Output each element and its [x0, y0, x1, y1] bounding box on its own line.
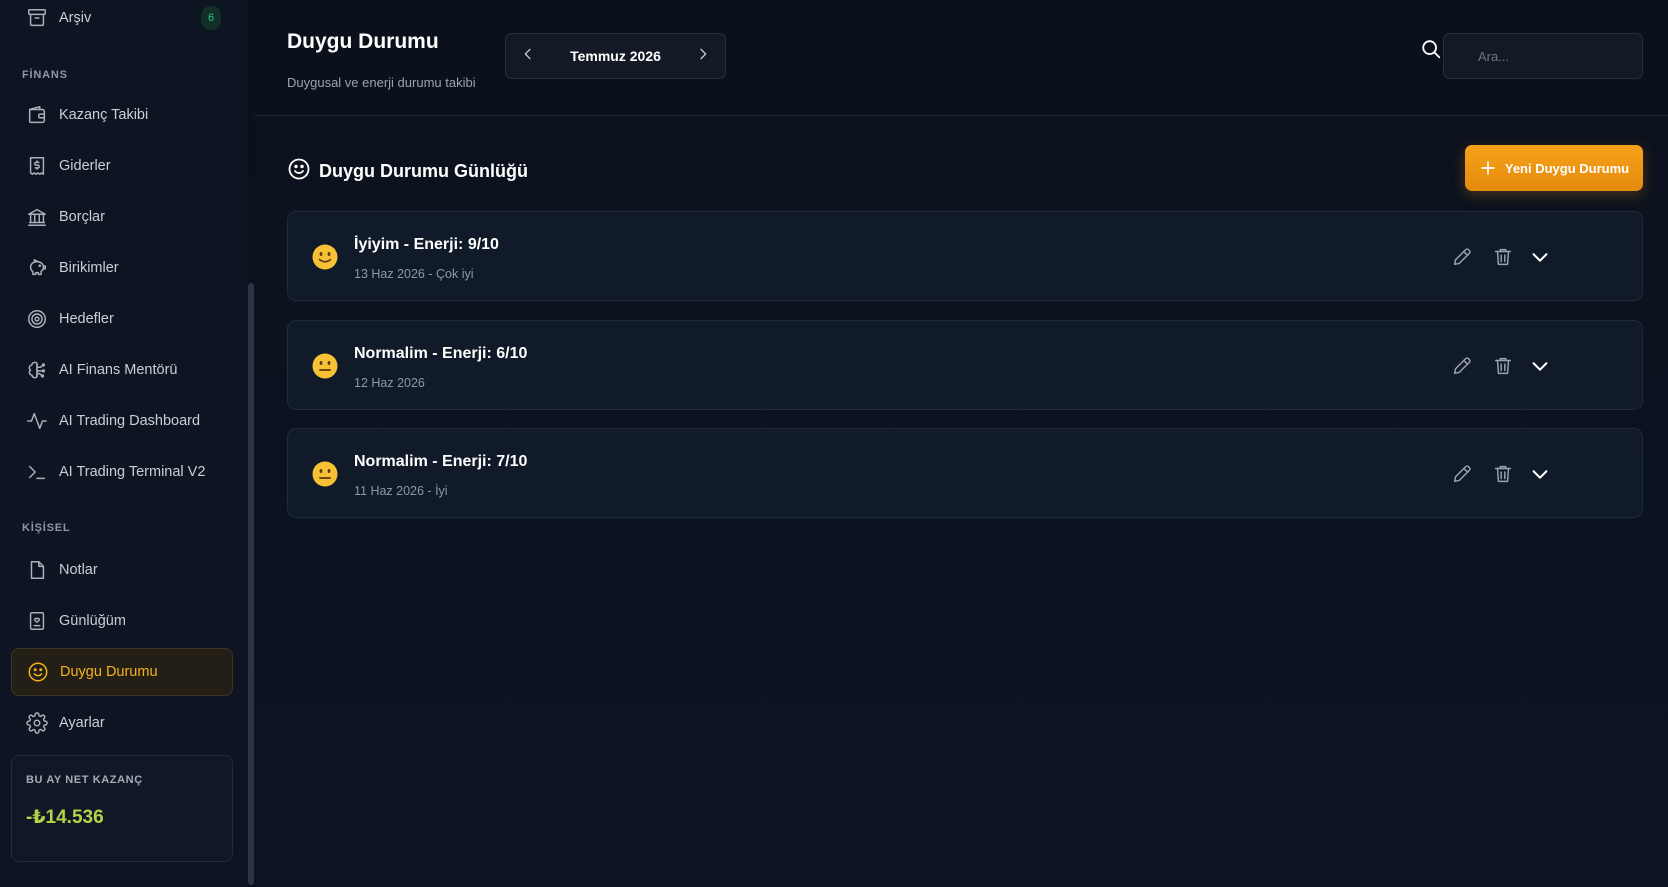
slightly-smiling-face-icon — [312, 244, 338, 270]
net-earnings-card: BU AY NET KAZANÇ -₺14.536 — [11, 755, 233, 862]
chevron-down-icon[interactable] — [1528, 245, 1552, 269]
chevron-right-icon[interactable] — [695, 46, 711, 67]
brain-icon — [25, 358, 49, 382]
sidebar-item-ai-mentor[interactable]: AI Finans Mentörü — [11, 346, 233, 394]
terminal-icon — [25, 460, 49, 484]
plus-icon — [1481, 161, 1495, 175]
gear-icon — [25, 711, 49, 735]
chevron-down-icon[interactable] — [1528, 354, 1552, 378]
month-navigator: Temmuz 2026 — [505, 33, 726, 79]
sidebar-item-journal[interactable]: Günlüğüm — [11, 597, 233, 645]
edit-icon[interactable] — [1450, 245, 1474, 269]
sidebar-item-label: Hedefler — [59, 311, 114, 327]
sidebar-item-label: Duygu Durumu — [60, 664, 158, 680]
mood-entry-title: Normalim - Enerji: 6/10 — [354, 345, 528, 362]
wallet-icon — [25, 103, 49, 127]
sidebar-item-label: Ayarlar — [59, 715, 105, 731]
trash-icon[interactable] — [1491, 354, 1515, 378]
sidebar-item-debts[interactable]: Borçlar — [11, 193, 233, 241]
trash-icon[interactable] — [1491, 462, 1515, 486]
sidebar-item-archive[interactable]: Arşiv 6 — [11, 0, 233, 42]
main-content: Duygu Durumu Günlüğü Yeni Duygu Durumu İ… — [255, 117, 1668, 887]
net-earnings-label: BU AY NET KAZANÇ — [26, 774, 143, 786]
sidebar-item-savings[interactable]: Birikimler — [11, 244, 233, 292]
activity-icon — [25, 409, 49, 433]
sidebar-item-ai-trading-dashboard[interactable]: AI Trading Dashboard — [11, 397, 233, 445]
bank-icon — [25, 205, 49, 229]
sidebar-item-expenses[interactable]: Giderler — [11, 142, 233, 190]
sidebar-item-label: AI Trading Terminal V2 — [59, 464, 206, 480]
mood-entry-title: Normalim - Enerji: 7/10 — [354, 453, 528, 470]
net-earnings-value: -₺14.536 — [26, 807, 104, 828]
neutral-face-icon — [312, 353, 338, 379]
sidebar-item-label: Notlar — [59, 562, 98, 578]
receipt-icon — [25, 154, 49, 178]
sidebar-item-settings[interactable]: Ayarlar — [11, 699, 233, 747]
sidebar-item-label: Birikimler — [59, 260, 119, 276]
mood-entry[interactable]: İyiyim - Enerji: 9/10 13 Haz 2026 - Çok … — [287, 211, 1643, 301]
new-mood-button[interactable]: Yeni Duygu Durumu — [1465, 145, 1643, 191]
section-title: Duygu Durumu Günlüğü — [319, 161, 528, 181]
journal-icon — [25, 609, 49, 633]
section-header: Duygu Durumu Günlüğü — [287, 157, 528, 186]
page-header: Duygu Durumu Duygusal ve enerji durumu t… — [255, 0, 1668, 116]
sidebar: Arşiv 6 FİNANS Kazanç Takibi Giderler Bo… — [0, 0, 254, 887]
sidebar-item-notes[interactable]: Notlar — [11, 546, 233, 594]
edit-icon[interactable] — [1450, 354, 1474, 378]
chevron-left-icon[interactable] — [520, 46, 536, 67]
search-icon[interactable] — [1420, 38, 1442, 65]
sidebar-item-mood[interactable]: Duygu Durumu — [11, 648, 233, 696]
current-month: Temmuz 2026 — [570, 48, 661, 64]
file-icon — [25, 558, 49, 582]
mood-entry[interactable]: Normalim - Enerji: 6/10 12 Haz 2026 — [287, 320, 1643, 410]
sidebar-item-ai-trading-terminal[interactable]: AI Trading Terminal V2 — [11, 448, 233, 496]
count-badge: 6 — [201, 6, 221, 30]
chevron-down-icon[interactable] — [1528, 462, 1552, 486]
smile-icon — [26, 660, 50, 684]
section-label-finance: FİNANS — [22, 69, 68, 81]
sidebar-item-label: AI Trading Dashboard — [59, 413, 201, 429]
sidebar-scrollbar-thumb[interactable] — [248, 283, 254, 885]
mood-entry-subtitle: 12 Haz 2026 — [354, 376, 425, 390]
neutral-face-icon — [312, 461, 338, 487]
sidebar-item-label: Kazanç Takibi — [59, 107, 149, 123]
smile-icon — [287, 157, 311, 186]
sidebar-item-label: AI Finans Mentörü — [59, 362, 178, 378]
sidebar-item-label: Arşiv — [59, 10, 92, 26]
edit-icon[interactable] — [1450, 462, 1474, 486]
mood-entry-subtitle: 11 Haz 2026 - İyi — [354, 484, 448, 498]
trash-icon[interactable] — [1491, 245, 1515, 269]
page-title: Duygu Durumu — [287, 30, 439, 53]
mood-entry-subtitle: 13 Haz 2026 - Çok iyi — [354, 267, 474, 281]
sidebar-item-goals[interactable]: Hedefler — [11, 295, 233, 343]
page-subtitle: Duygusal ve enerji durumu takibi — [287, 75, 476, 90]
target-icon — [25, 307, 49, 331]
archive-icon — [25, 6, 49, 30]
mood-entry[interactable]: Normalim - Enerji: 7/10 11 Haz 2026 - İy… — [287, 428, 1643, 518]
section-label-personal: KİŞİSEL — [22, 522, 71, 534]
sidebar-item-label: Giderler — [59, 158, 111, 174]
sidebar-item-label: Günlüğüm — [59, 613, 126, 629]
piggy-bank-icon — [25, 256, 49, 280]
new-mood-button-label: Yeni Duygu Durumu — [1504, 160, 1630, 176]
sidebar-item-label: Borçlar — [59, 209, 105, 225]
search-input[interactable] — [1443, 33, 1643, 79]
mood-entry-title: İyiyim - Enerji: 9/10 — [354, 236, 499, 253]
sidebar-item-earnings[interactable]: Kazanç Takibi — [11, 91, 233, 139]
